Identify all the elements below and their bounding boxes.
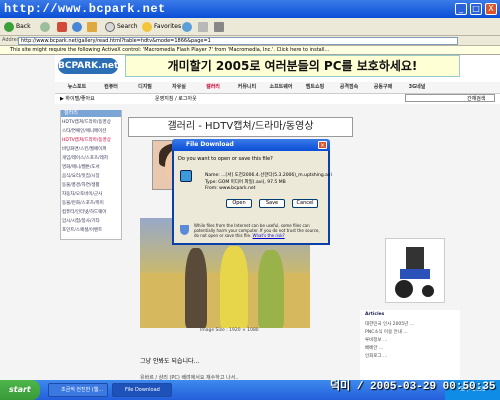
taskbar-item-active[interactable]: File Download bbox=[112, 383, 172, 397]
refresh-icon bbox=[72, 21, 82, 32]
file-from-row: From: www.bcpark.net bbox=[205, 186, 255, 191]
stop-button[interactable] bbox=[55, 21, 71, 33]
search-label: Search bbox=[117, 23, 138, 30]
forward-arrow-icon bbox=[40, 21, 50, 32]
type-value: GOM 미디어 파일(.avi), 97.5 MB bbox=[218, 180, 286, 185]
post-greeting: 그냥 안봐도 되습니다... bbox=[140, 358, 200, 365]
cancel-button[interactable]: Cancel bbox=[292, 199, 318, 208]
mail-icon bbox=[198, 21, 208, 32]
save-button[interactable]: Save bbox=[259, 199, 285, 208]
sidebar-item[interactable]: 동물/풍경/자연/생활 bbox=[62, 182, 120, 190]
sidebar-item[interactable]: 컴퓨터/인터넷/하드웨어 bbox=[62, 209, 120, 217]
sidebar-item-active[interactable]: HDTV캡쳐/드라마/동영상 bbox=[62, 137, 120, 145]
promo-banner[interactable]: 개미할기 2005로 여러분들의 PC를 보호하세요! bbox=[125, 55, 460, 77]
minimize-button[interactable]: _ bbox=[455, 3, 467, 15]
address-bar: Address http://www.bcpark.net/gallery/re… bbox=[0, 36, 500, 46]
nav-item[interactable]: 디지털 bbox=[128, 83, 162, 93]
subnav-right[interactable]: 운영지침 / 로그아웃 bbox=[155, 94, 197, 104]
back-arrow-icon bbox=[4, 21, 14, 32]
sidebar-item[interactable]: 음식/요리/맛집/시장 bbox=[62, 173, 120, 181]
person-figure bbox=[185, 248, 207, 328]
sidebar-item[interactable]: 동물/만화/스포츠/취미 bbox=[62, 200, 120, 208]
sidebar-item[interactable]: HDTV캡쳐/드라마/동영상 bbox=[62, 119, 120, 127]
nav-item[interactable]: 커뮤니티 bbox=[230, 83, 264, 93]
sidebar-item[interactable]: 영화/애니/웹툰/도서 bbox=[62, 164, 120, 172]
name-label: Name: bbox=[205, 173, 220, 178]
file-name-row: Name: ...[서] 도전2006.4.선한다(5.3.2006)_m.up… bbox=[205, 172, 332, 178]
address-input[interactable]: http://www.bcpark.net/gallery/read.html?… bbox=[18, 37, 458, 45]
from-label: From: bbox=[205, 186, 218, 191]
gallery-title: 갤러리 - HDTV캡쳐/드라마/동영상 bbox=[128, 117, 353, 137]
search-icon bbox=[105, 21, 115, 32]
favorites-button[interactable]: Favorites bbox=[140, 21, 183, 33]
browser-toolbar: Back Search Favorites bbox=[0, 18, 500, 36]
article-link[interactable]: PNC소식 이용 안내 ... bbox=[365, 329, 408, 335]
start-button[interactable]: start bbox=[0, 380, 40, 400]
ad-wheelchair-image[interactable] bbox=[385, 238, 445, 303]
image-caption: Image Size : 1920 × 1080 bbox=[200, 328, 259, 333]
dialog-warning: While files from the Internet can be use… bbox=[194, 223, 324, 238]
refresh-button[interactable] bbox=[70, 21, 86, 33]
sidebar-item[interactable]: 스타/연예인/애니메이션 bbox=[62, 128, 120, 136]
wheelchair-icon bbox=[395, 247, 434, 298]
window-title: http://www.bcpark.net bbox=[4, 2, 166, 16]
article-link[interactable]: 대한민국 인사 2005년 ... bbox=[365, 321, 414, 327]
stop-icon bbox=[57, 21, 67, 32]
from-value: www.bcpark.net bbox=[219, 186, 256, 191]
open-button[interactable]: Open bbox=[226, 199, 252, 208]
back-label: Back bbox=[16, 23, 31, 30]
nav-item[interactable]: 공격점속 bbox=[332, 83, 366, 93]
sidebar-item[interactable]: 포인트/스페셜/이벤트 bbox=[62, 227, 120, 235]
sidebar-item[interactable]: 게임/레이스/스포츠/레저 bbox=[62, 155, 120, 163]
nav-item[interactable]: 뉴스포트 bbox=[60, 83, 94, 93]
file-type-icon bbox=[180, 170, 192, 182]
nav-item[interactable]: 3G네널 bbox=[400, 83, 434, 93]
forward-button[interactable] bbox=[38, 21, 54, 33]
home-icon bbox=[87, 21, 97, 32]
mail-button[interactable] bbox=[196, 21, 212, 33]
nav-item[interactable]: 컴퓨터 bbox=[94, 83, 128, 93]
site-logo[interactable]: BCPARK.net bbox=[58, 58, 118, 74]
shield-icon bbox=[180, 225, 189, 235]
maximize-button[interactable]: □ bbox=[470, 3, 482, 15]
dialog-title: File Download bbox=[172, 139, 330, 151]
media-button[interactable] bbox=[180, 21, 196, 33]
article-link[interactable]: 베베안 ... bbox=[365, 345, 383, 351]
nav-item[interactable]: 벰트쇼핑 bbox=[298, 83, 332, 93]
home-button[interactable] bbox=[85, 21, 101, 33]
search-button[interactable]: Search bbox=[103, 21, 140, 33]
risk-link[interactable]: What's the risk? bbox=[253, 233, 285, 238]
print-icon bbox=[214, 21, 224, 32]
activex-info-bar[interactable]: This site might require the following Ac… bbox=[0, 46, 500, 55]
file-type-row: Type: GOM 미디어 파일(.avi), 97.5 MB bbox=[205, 179, 286, 185]
dialog-question: Do you want to open or save this file? bbox=[178, 156, 273, 162]
close-button[interactable]: X bbox=[485, 3, 497, 15]
taskbar-item[interactable]: 조금씩 전진만 (웹... bbox=[48, 383, 108, 397]
subnav-left[interactable]: ▶ 하이텔/좋아요 bbox=[60, 94, 95, 104]
nav-item[interactable]: 공동구매 bbox=[366, 83, 400, 93]
person-figure bbox=[258, 250, 284, 328]
articles-heading: Articles bbox=[365, 312, 385, 317]
back-button[interactable]: Back bbox=[2, 21, 33, 33]
timestamp-watermark: 덕미 / 2005-03-29 00:50:35 bbox=[330, 381, 496, 393]
sidebar-item[interactable]: 바탕화면/스킨/월페이퍼 bbox=[62, 146, 120, 154]
nav-item[interactable]: 자유실 bbox=[162, 83, 196, 93]
article-link[interactable]: 인회로그 ... bbox=[365, 353, 387, 359]
article-link[interactable]: 루비정보 ... bbox=[365, 337, 387, 343]
sidebar-item[interactable]: 자동차/오토바이/군사 bbox=[62, 191, 120, 199]
sidebar-heading: 갤러리 bbox=[61, 110, 121, 117]
type-label: Type: bbox=[205, 180, 217, 185]
nav-item[interactable]: 소프트웨어 bbox=[264, 83, 298, 93]
person-figure bbox=[220, 246, 248, 328]
nav-item-active[interactable]: 갤러리 bbox=[196, 83, 230, 93]
name-value: ...[서] 도전2006.4.선한다(5.3.2006)_m.uptshing… bbox=[221, 173, 332, 178]
favorites-label: Favorites bbox=[154, 23, 182, 30]
sidebar-item[interactable]: 암시/시험/봉사/기타 bbox=[62, 218, 120, 226]
print-button[interactable] bbox=[212, 21, 228, 33]
star-icon bbox=[142, 21, 152, 32]
dialog-close-button[interactable]: × bbox=[318, 141, 327, 149]
title-bar: http://www.bcpark.net _ □ X bbox=[0, 0, 500, 18]
media-icon bbox=[182, 21, 192, 32]
site-search-label[interactable]: 간재검색 bbox=[467, 95, 485, 102]
